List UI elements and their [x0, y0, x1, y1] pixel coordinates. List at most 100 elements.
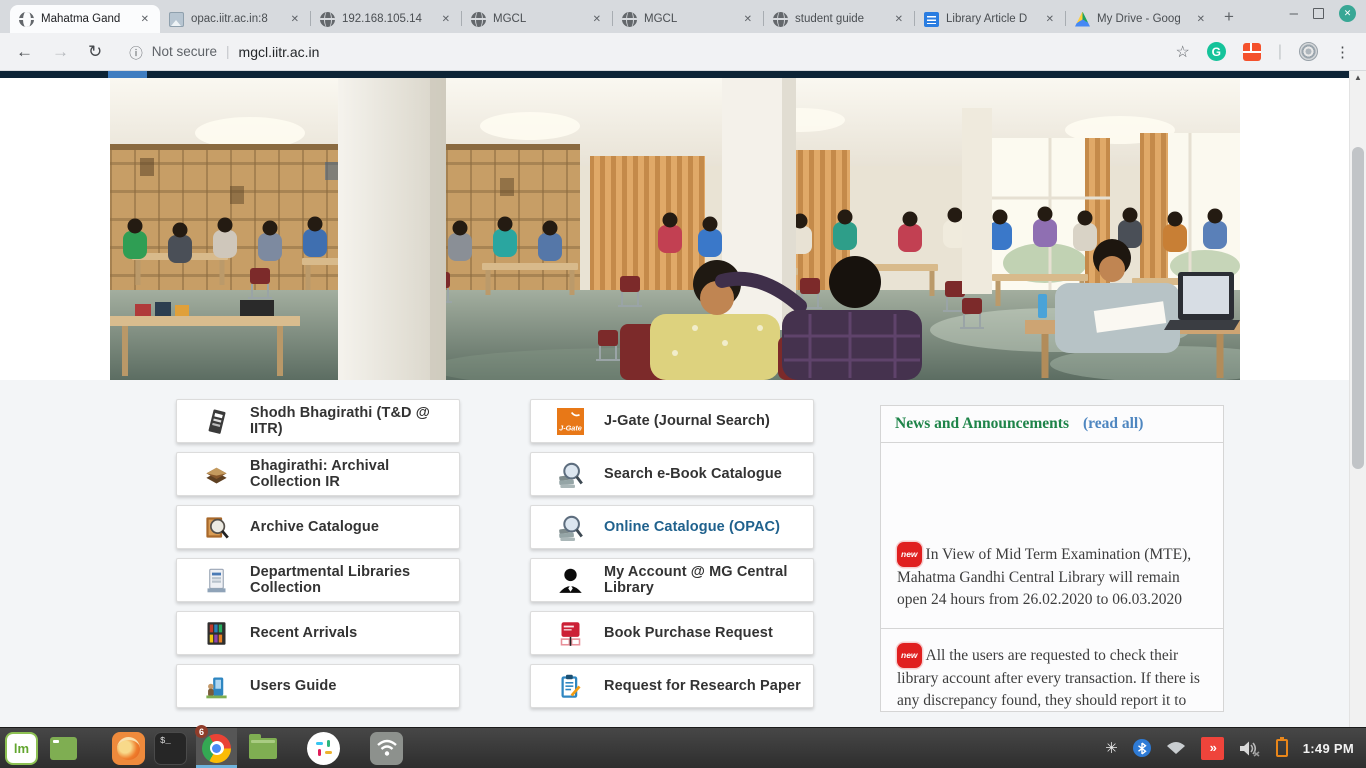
tab-student-guide[interactable]: student guide ✕: [764, 5, 914, 33]
tab-title: Library Article D: [946, 13, 1037, 25]
browser-toolbar: ← → ↻ ⓘ Not secure | mgcl.iitr.ac.in ☆ G…: [0, 33, 1366, 71]
bookmark-star-icon[interactable]: ☆: [1176, 42, 1190, 62]
tab-opac[interactable]: opac.iitr.ac.in:8 ✕: [160, 5, 310, 33]
link-archival-collection[interactable]: Bhagirathi: Archival Collection IR: [176, 452, 460, 496]
google-docs-favicon: [924, 12, 939, 27]
news-item: newAll the users are requested to check …: [881, 629, 1223, 712]
link-label: J-Gate (Journal Search): [604, 413, 770, 429]
screen: { "browser": { "tabs": [ {"title": "Maha…: [0, 0, 1366, 768]
forward-icon[interactable]: →: [52, 42, 69, 62]
link-label: Book Purchase Request: [604, 625, 773, 641]
system-tray: ✳ » 1:49 PM: [1105, 737, 1366, 760]
volume-muted-icon[interactable]: [1239, 740, 1261, 757]
back-icon[interactable]: ←: [16, 42, 33, 62]
read-all-link[interactable]: (read all): [1083, 415, 1143, 433]
new-badge: new: [897, 643, 922, 668]
tab-close-icon[interactable]: ✕: [1195, 14, 1207, 25]
link-departmental-libraries[interactable]: Departmental Libraries Collection: [176, 558, 460, 602]
chrome-icon: [202, 734, 231, 763]
tab-close-icon[interactable]: ✕: [289, 14, 301, 25]
link-archive-catalogue[interactable]: Archive Catalogue: [176, 505, 460, 549]
battery-icon[interactable]: [1276, 739, 1288, 757]
link-label: Archive Catalogue: [250, 519, 379, 535]
site-navbar-edge: [0, 71, 1349, 78]
tab-mgcl-2[interactable]: MGCL ✕: [613, 5, 763, 33]
chrome-menu-icon[interactable]: ⋮: [1335, 43, 1350, 61]
page-viewport: J-Gate Shodh Bhagirathi (T&D @ IITR) Bha…: [0, 71, 1366, 727]
grammarly-extension-icon[interactable]: G: [1207, 42, 1226, 61]
tab-ip-address[interactable]: 192.168.105.14 ✕: [311, 5, 461, 33]
firefox-icon[interactable]: [112, 732, 145, 765]
terminal-prompt: $_: [160, 736, 171, 746]
link-label: Departmental Libraries Collection: [250, 564, 459, 596]
taskbar-clock[interactable]: 1:49 PM: [1303, 741, 1354, 756]
slack-icon[interactable]: [307, 732, 340, 765]
info-icon[interactable]: ⓘ: [129, 42, 143, 62]
tab-my-drive[interactable]: My Drive - Goog ✕: [1066, 5, 1216, 33]
tab-close-icon[interactable]: ✕: [742, 14, 754, 25]
scrollbar-thumb[interactable]: [1352, 147, 1364, 469]
link-recent-arrivals[interactable]: Recent Arrivals: [176, 611, 460, 655]
globe-favicon: [622, 12, 637, 27]
link-opac[interactable]: Online Catalogue (OPAC): [530, 505, 814, 549]
file-manager-icon[interactable]: [246, 732, 279, 765]
new-tab-button[interactable]: +: [1216, 4, 1242, 30]
tab-close-icon[interactable]: ✕: [1044, 14, 1056, 25]
tab-close-icon[interactable]: ✕: [139, 14, 151, 25]
tab-close-icon[interactable]: ✕: [893, 14, 905, 25]
url-text[interactable]: mgcl.iitr.ac.in: [239, 44, 320, 60]
reload-icon[interactable]: ↻: [88, 42, 102, 62]
link-research-paper[interactable]: Request for Research Paper: [530, 664, 814, 708]
restore-button[interactable]: [1313, 8, 1324, 19]
tab-close-icon[interactable]: ✕: [591, 14, 603, 25]
chrome-taskbar-button[interactable]: 6: [196, 728, 237, 768]
link-book-purchase[interactable]: Book Purchase Request: [530, 611, 814, 655]
minimize-button[interactable]: –: [1290, 9, 1298, 19]
red-book-icon: [557, 619, 584, 648]
library-photo-illustration: [110, 78, 1240, 380]
link-label: My Account @ MG Central Library: [604, 564, 813, 596]
scrollbar-up-arrow-icon[interactable]: ▲: [1350, 73, 1366, 82]
tab-title: 192.168.105.14: [342, 13, 433, 25]
link-my-account[interactable]: My Account @ MG Central Library: [530, 558, 814, 602]
link-shodh-bhagirathi[interactable]: Shodh Bhagirathi (T&D @ IITR): [176, 399, 460, 443]
tab-title: MGCL: [493, 13, 584, 25]
extension-icon-round[interactable]: [1299, 42, 1318, 61]
taskbar: lm $_ 6 ✳ »: [0, 727, 1366, 768]
window-controls: – ✕: [1290, 5, 1356, 22]
tab-title: MGCL: [644, 13, 735, 25]
extension-icon-orange[interactable]: [1243, 43, 1261, 61]
window-close-button[interactable]: ✕: [1339, 5, 1356, 22]
page-scrollbar[interactable]: ▲: [1349, 71, 1366, 727]
tab-title: My Drive - Goog: [1097, 13, 1188, 25]
news-title: News and Announcements: [895, 415, 1069, 433]
tab-close-icon[interactable]: ✕: [440, 14, 452, 25]
show-desktop-icon[interactable]: [47, 732, 80, 765]
network-app-icon[interactable]: [370, 732, 403, 765]
link-ebook-catalogue[interactable]: Search e-Book Catalogue: [530, 452, 814, 496]
link-label: Search e-Book Catalogue: [604, 466, 782, 482]
terminal-icon[interactable]: $_: [154, 732, 187, 765]
bluetooth-icon[interactable]: [1133, 739, 1151, 757]
mint-menu-icon[interactable]: lm: [5, 732, 38, 765]
clipboard-pencil-icon: [557, 672, 584, 701]
news-spacer: [881, 443, 1223, 542]
link-jgate[interactable]: J-Gate (Journal Search): [530, 399, 814, 443]
news-item-text: In View of Mid Term Examination (MTE), M…: [897, 546, 1191, 608]
globe-favicon: [320, 12, 335, 27]
navbar-active-item-edge: [108, 71, 147, 78]
user-silhouette-icon: [557, 566, 584, 595]
link-users-guide[interactable]: Users Guide: [176, 664, 460, 708]
network-tray-icon[interactable]: [1166, 741, 1186, 755]
tab-title: Mahatma Gand: [41, 13, 132, 25]
tab-library-article[interactable]: Library Article D ✕: [915, 5, 1065, 33]
tab-mahatma-gandhi[interactable]: Mahatma Gand ✕: [10, 5, 160, 33]
slack-tray-icon[interactable]: ✳: [1105, 739, 1118, 757]
toolbar-separator: |: [1278, 43, 1282, 61]
anydesk-icon[interactable]: »: [1201, 737, 1224, 760]
book-magnifier-icon: [203, 513, 230, 542]
catalogue-search-icon: [557, 513, 584, 542]
address-bar[interactable]: ⓘ Not secure | mgcl.iitr.ac.in: [129, 42, 1156, 62]
tab-mgcl-1[interactable]: MGCL ✕: [462, 5, 612, 33]
link-label: Bhagirathi: Archival Collection IR: [250, 458, 459, 490]
